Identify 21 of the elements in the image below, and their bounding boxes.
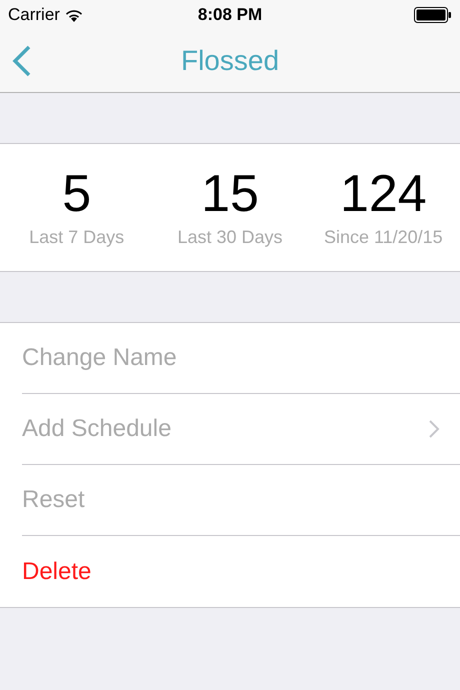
menu-label: Change Name bbox=[22, 343, 177, 373]
stat-label: Since 11/20/15 bbox=[324, 226, 443, 249]
back-button[interactable] bbox=[12, 45, 32, 77]
screen-title: Flossed bbox=[180, 44, 280, 78]
battery-icon bbox=[414, 7, 452, 23]
menu-label: Delete bbox=[22, 556, 92, 586]
menu-row[interactable]: Reset bbox=[22, 465, 460, 536]
menu-row[interactable]: Add Schedule bbox=[22, 394, 460, 465]
menu-row[interactable]: Change Name bbox=[22, 323, 460, 394]
menu-label: Add Schedule bbox=[22, 414, 172, 444]
menu-row[interactable]: Delete bbox=[22, 536, 460, 607]
stat-label: Last 7 Days bbox=[29, 226, 124, 249]
wifi-icon bbox=[64, 8, 84, 22]
stat-value: 5 bbox=[62, 164, 92, 224]
menu-label: Reset bbox=[22, 485, 85, 515]
stat-label: Last 30 Days bbox=[177, 226, 283, 249]
stat-value: 15 bbox=[201, 164, 259, 224]
status-time: 8:08 PM bbox=[198, 4, 262, 26]
stat-value: 124 bbox=[340, 164, 427, 224]
chevron-left-icon bbox=[12, 45, 32, 77]
carrier-name: Carrier bbox=[8, 4, 60, 26]
